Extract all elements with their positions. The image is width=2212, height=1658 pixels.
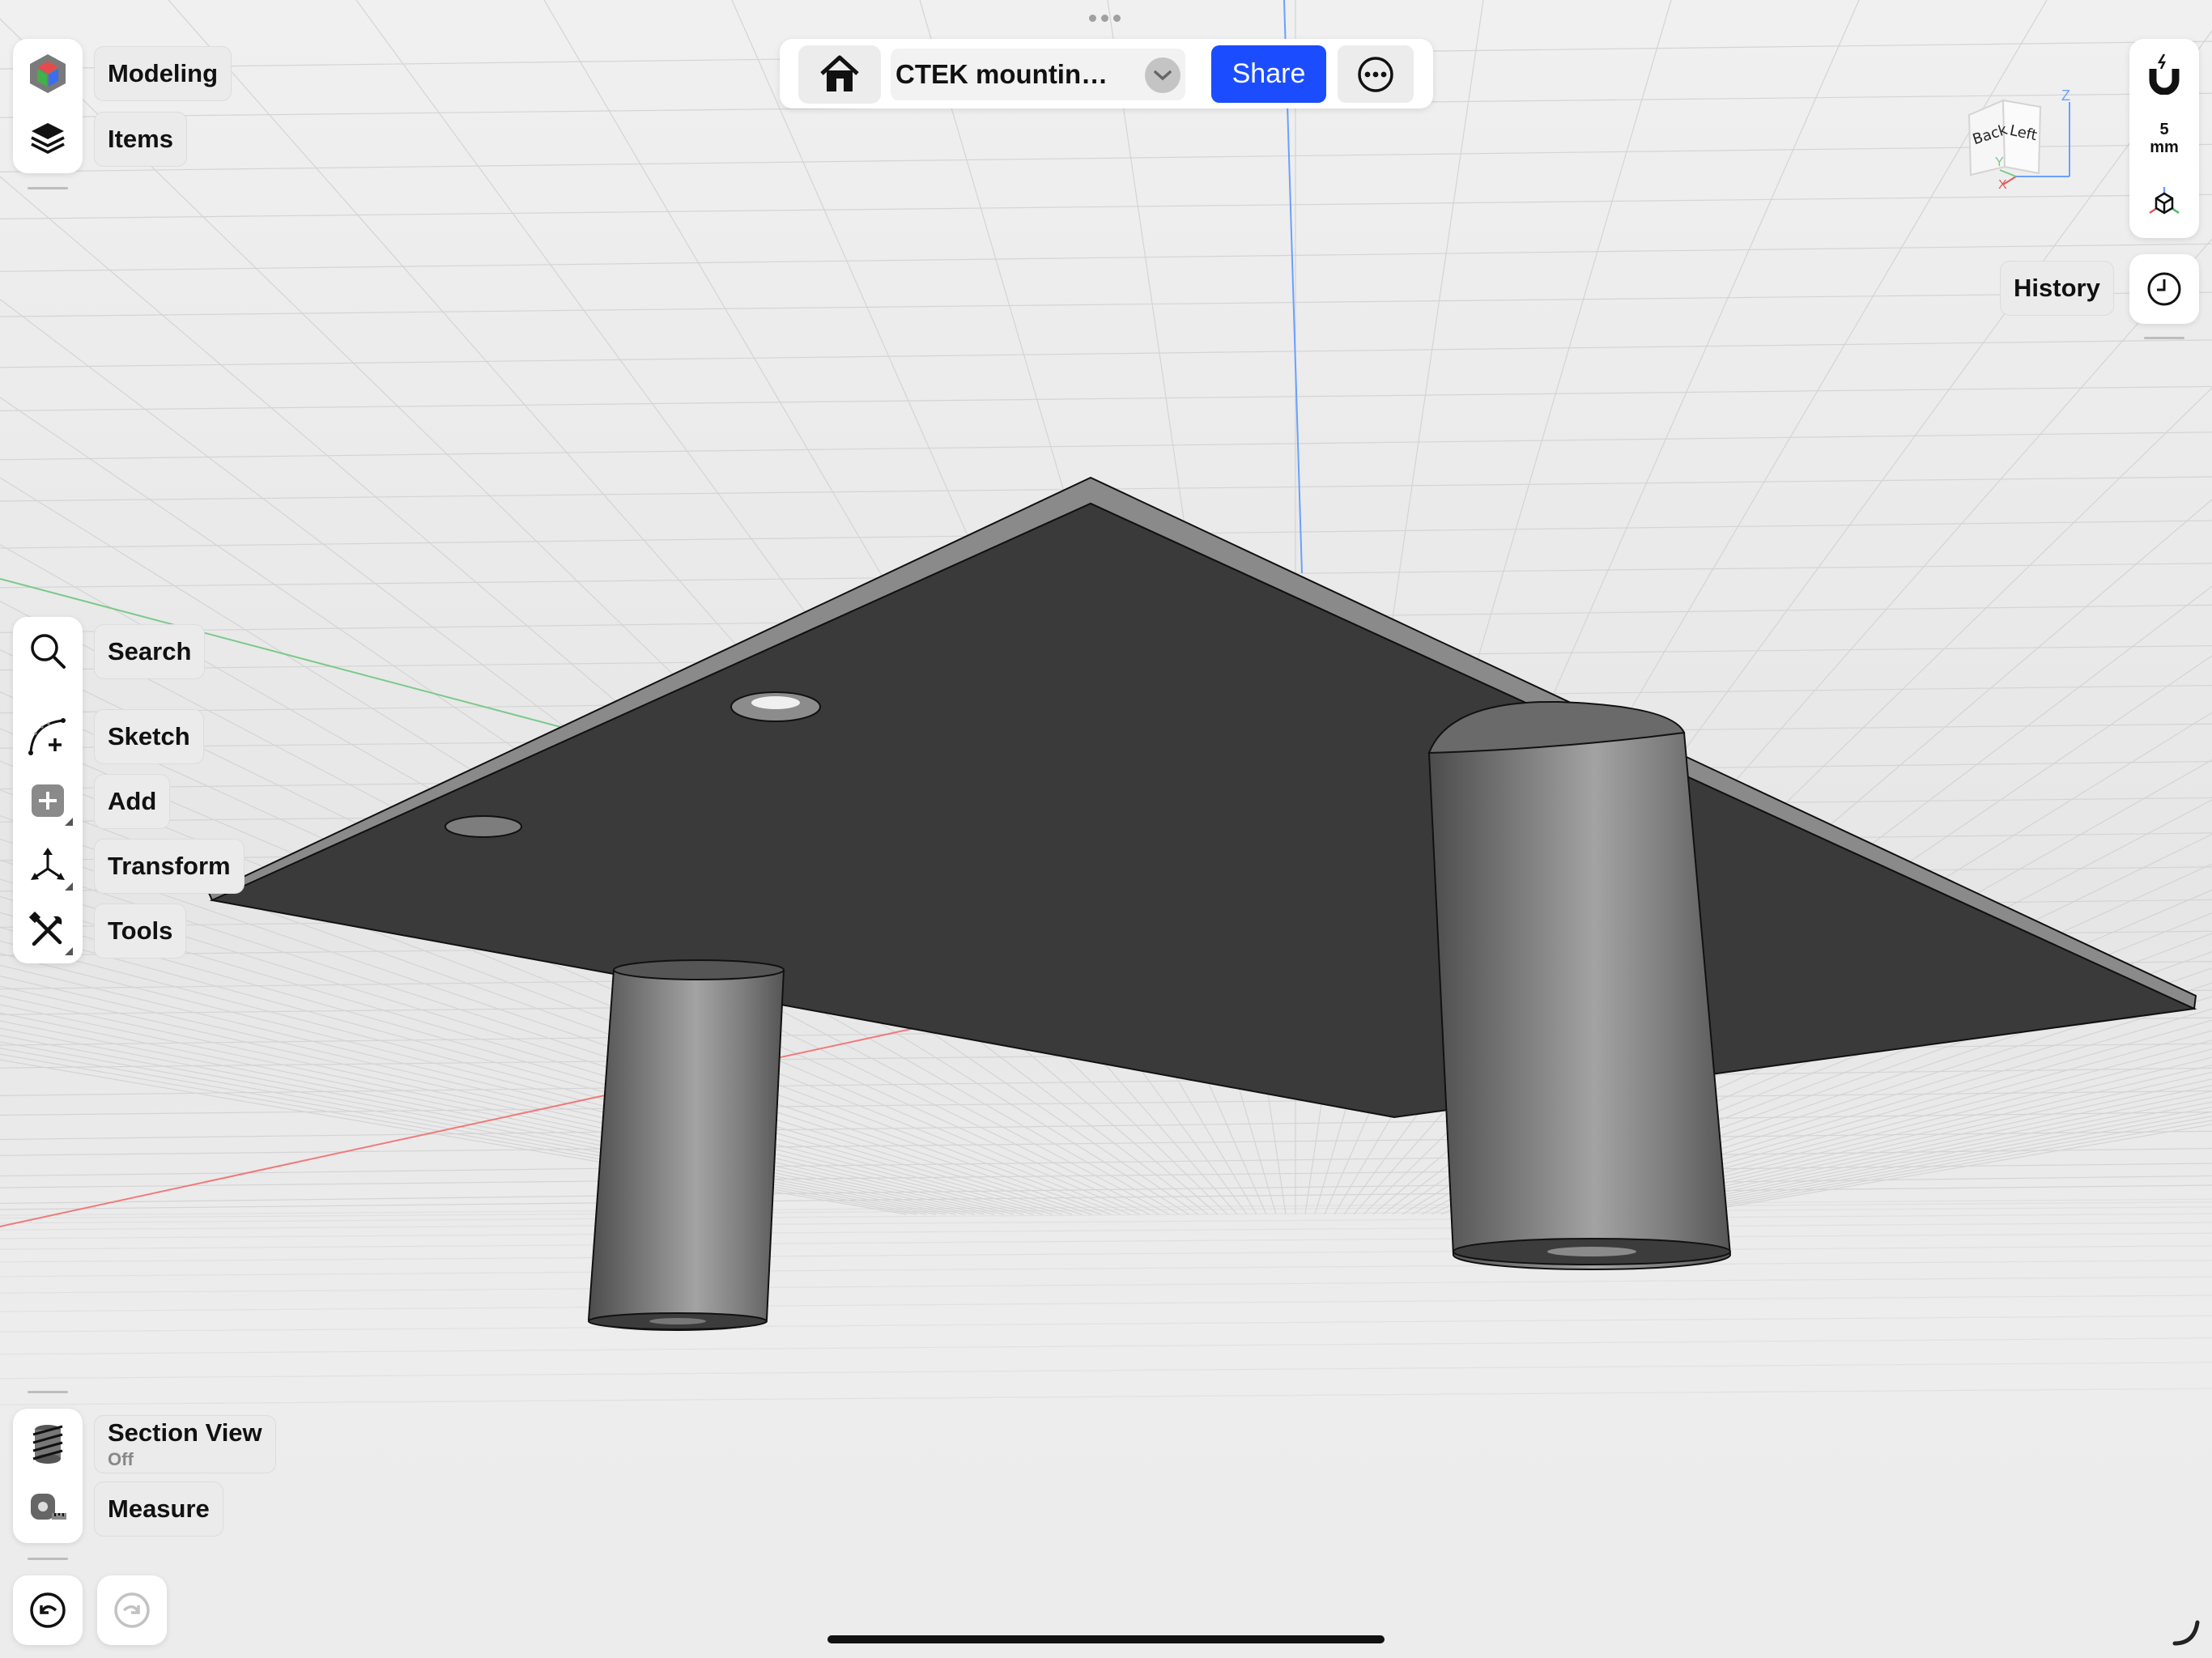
submenu-indicator xyxy=(65,818,73,826)
axis-label-z: Z xyxy=(2061,87,2070,104)
document-title-field[interactable]: CTEK mountin… xyxy=(891,49,1185,100)
measure-tape-icon xyxy=(31,1494,66,1520)
undo-icon xyxy=(30,1592,66,1628)
view-cube[interactable]: Back Left Z Y X xyxy=(1963,86,2076,199)
modeling-label[interactable]: Modeling xyxy=(94,46,232,101)
drag-handle-dots[interactable] xyxy=(1089,15,1125,23)
measure-button[interactable] xyxy=(21,1482,74,1535)
search-button[interactable] xyxy=(21,624,74,678)
view-mode-button[interactable] xyxy=(2138,176,2191,230)
transform-label[interactable]: Transform xyxy=(94,839,245,894)
snap-magnet-button[interactable] xyxy=(2138,47,2191,100)
modeling-button[interactable] xyxy=(21,47,74,100)
axes-cube-icon xyxy=(2149,187,2180,215)
sketch-icon xyxy=(28,718,66,755)
title-dropdown-button[interactable] xyxy=(1145,57,1180,93)
chevron-down-icon xyxy=(1154,70,1172,81)
clock-icon xyxy=(2147,272,2181,306)
submenu-indicator xyxy=(65,947,73,955)
more-button[interactable] xyxy=(1338,45,1414,103)
sketch-button[interactable] xyxy=(21,709,74,763)
section-view-button[interactable] xyxy=(21,1417,74,1470)
home-button[interactable] xyxy=(798,45,881,104)
items-button[interactable] xyxy=(21,112,74,165)
document-title: CTEK mountin… xyxy=(895,59,1108,89)
layers-icon xyxy=(31,123,65,154)
tools-icon xyxy=(29,912,62,946)
undo-button[interactable] xyxy=(13,1575,83,1645)
more-icon xyxy=(1358,56,1393,92)
section-view-icon xyxy=(32,1425,63,1464)
grid-size-control[interactable]: 5 mm xyxy=(2138,117,2191,160)
history-button[interactable] xyxy=(2129,254,2199,324)
items-label[interactable]: Items xyxy=(94,112,187,167)
sketch-label[interactable]: Sketch xyxy=(94,709,204,764)
home-indicator xyxy=(827,1635,1385,1643)
plus-icon xyxy=(32,784,64,817)
measure-label[interactable]: Measure xyxy=(94,1482,223,1537)
add-label[interactable]: Add xyxy=(94,774,171,829)
grid-size-unit: mm xyxy=(2150,138,2179,156)
redo-button[interactable] xyxy=(97,1575,167,1645)
share-button[interactable]: Share xyxy=(1211,45,1326,103)
redo-icon xyxy=(114,1592,150,1628)
modeling-cube-icon xyxy=(30,54,66,93)
search-icon xyxy=(31,634,66,669)
share-label: Share xyxy=(1231,58,1306,89)
transform-icon xyxy=(31,848,65,880)
home-icon xyxy=(820,55,859,91)
history-label[interactable]: History xyxy=(2000,261,2114,316)
resize-grip-icon xyxy=(2172,1620,2200,1646)
search-label[interactable]: Search xyxy=(94,624,206,679)
panel-separator xyxy=(28,1391,68,1393)
submenu-indicator xyxy=(65,882,73,891)
tools-label[interactable]: Tools xyxy=(94,903,187,959)
section-view-toggle[interactable]: Section View Off xyxy=(94,1415,276,1473)
section-view-state: Off xyxy=(108,1449,134,1469)
panel-separator xyxy=(2144,337,2184,339)
section-view-label: Section View xyxy=(108,1418,262,1447)
axis-label-x: X xyxy=(1998,178,2007,192)
3d-viewport[interactable] xyxy=(0,0,2212,1658)
axis-label-y: Y xyxy=(1995,155,2004,169)
magnet-icon xyxy=(2149,53,2180,95)
grid-size-value: 5 xyxy=(2159,121,2169,138)
panel-separator xyxy=(28,1558,68,1560)
panel-separator xyxy=(28,187,68,189)
